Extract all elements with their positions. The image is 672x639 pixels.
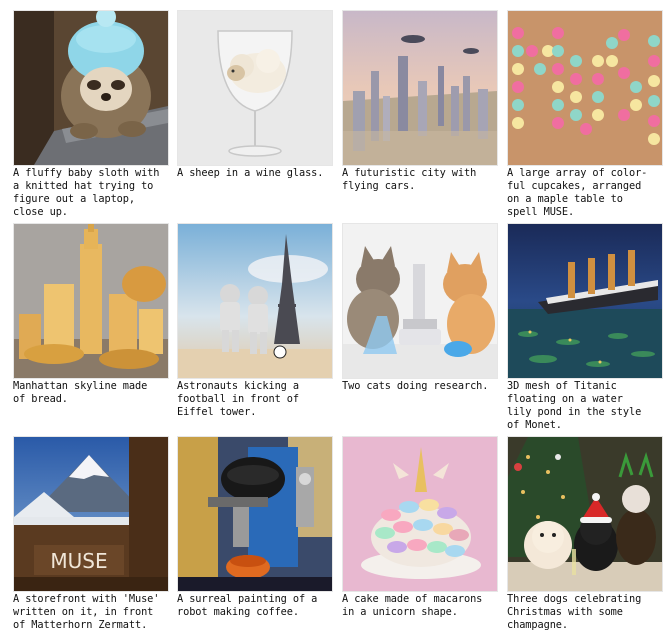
grid-cell-astronauts: Astronauts kicking a football in front o… [177, 223, 333, 419]
bread-skyline-image [13, 223, 169, 379]
grid-cell-cupcakes: A large array of color- ful cupcakes, ar… [507, 10, 663, 219]
muse-storefront-image: MUSE [13, 436, 169, 592]
futuristic-city-image [342, 10, 498, 166]
grid-cell-sloth: A fluffy baby sloth with a knitted hat t… [13, 10, 169, 219]
caption-titanic: 3D mesh of Titanic floating on a water l… [507, 380, 642, 431]
caption-cupcakes: A large array of color- ful cupcakes, ar… [507, 167, 648, 218]
grid-cell-city: A futuristic city with flying cars. [342, 10, 498, 193]
caption-unicorn-cake: A cake made of macarons in a unicorn sha… [342, 593, 483, 618]
sheep-wine-glass-image [177, 10, 333, 166]
caption-sloth: A fluffy baby sloth with a knitted hat t… [13, 167, 160, 218]
cupcakes-muse-image [507, 10, 663, 166]
grid-cell-dogs: Three dogs celebrating Christmas with so… [507, 436, 663, 632]
grid-cell-storefront: MUSE A storefront with 'Muse' written on… [13, 436, 169, 632]
cats-research-image [342, 223, 498, 379]
caption-dogs: Three dogs celebrating Christmas with so… [507, 593, 642, 631]
grid-cell-titanic: 3D mesh of Titanic floating on a water l… [507, 223, 663, 432]
unicorn-macaron-cake-image [342, 436, 498, 592]
robot-coffee-image [177, 436, 333, 592]
caption-bread: Manhattan skyline made of bread. [13, 380, 148, 405]
caption-sheep: A sheep in a wine glass. [177, 167, 324, 179]
grid-cell-sheep: A sheep in a wine glass. [177, 10, 333, 180]
grid-cell-bread: Manhattan skyline made of bread. [13, 223, 169, 406]
caption-city: A futuristic city with flying cars. [342, 167, 477, 192]
grid-cell-unicorn-cake: A cake made of macarons in a unicorn sha… [342, 436, 498, 619]
caption-cats: Two cats doing research. [342, 380, 489, 392]
caption-robot-coffee: A surreal painting of a robot making cof… [177, 593, 318, 618]
grid-cell-cats: Two cats doing research. [342, 223, 498, 393]
caption-storefront: A storefront with 'Muse' written on it, … [13, 593, 160, 631]
titanic-lily-pond-image [507, 223, 663, 379]
muse-sign-text: MUSE [50, 549, 107, 573]
grid-cell-robot-coffee: A surreal painting of a robot making cof… [177, 436, 333, 619]
image-grid: A fluffy baby sloth with a knitted hat t… [0, 0, 672, 639]
caption-astronauts: Astronauts kicking a football in front o… [177, 380, 299, 418]
three-dogs-christmas-image [507, 436, 663, 592]
sloth-laptop-image [13, 10, 169, 166]
astronauts-eiffel-image [177, 223, 333, 379]
